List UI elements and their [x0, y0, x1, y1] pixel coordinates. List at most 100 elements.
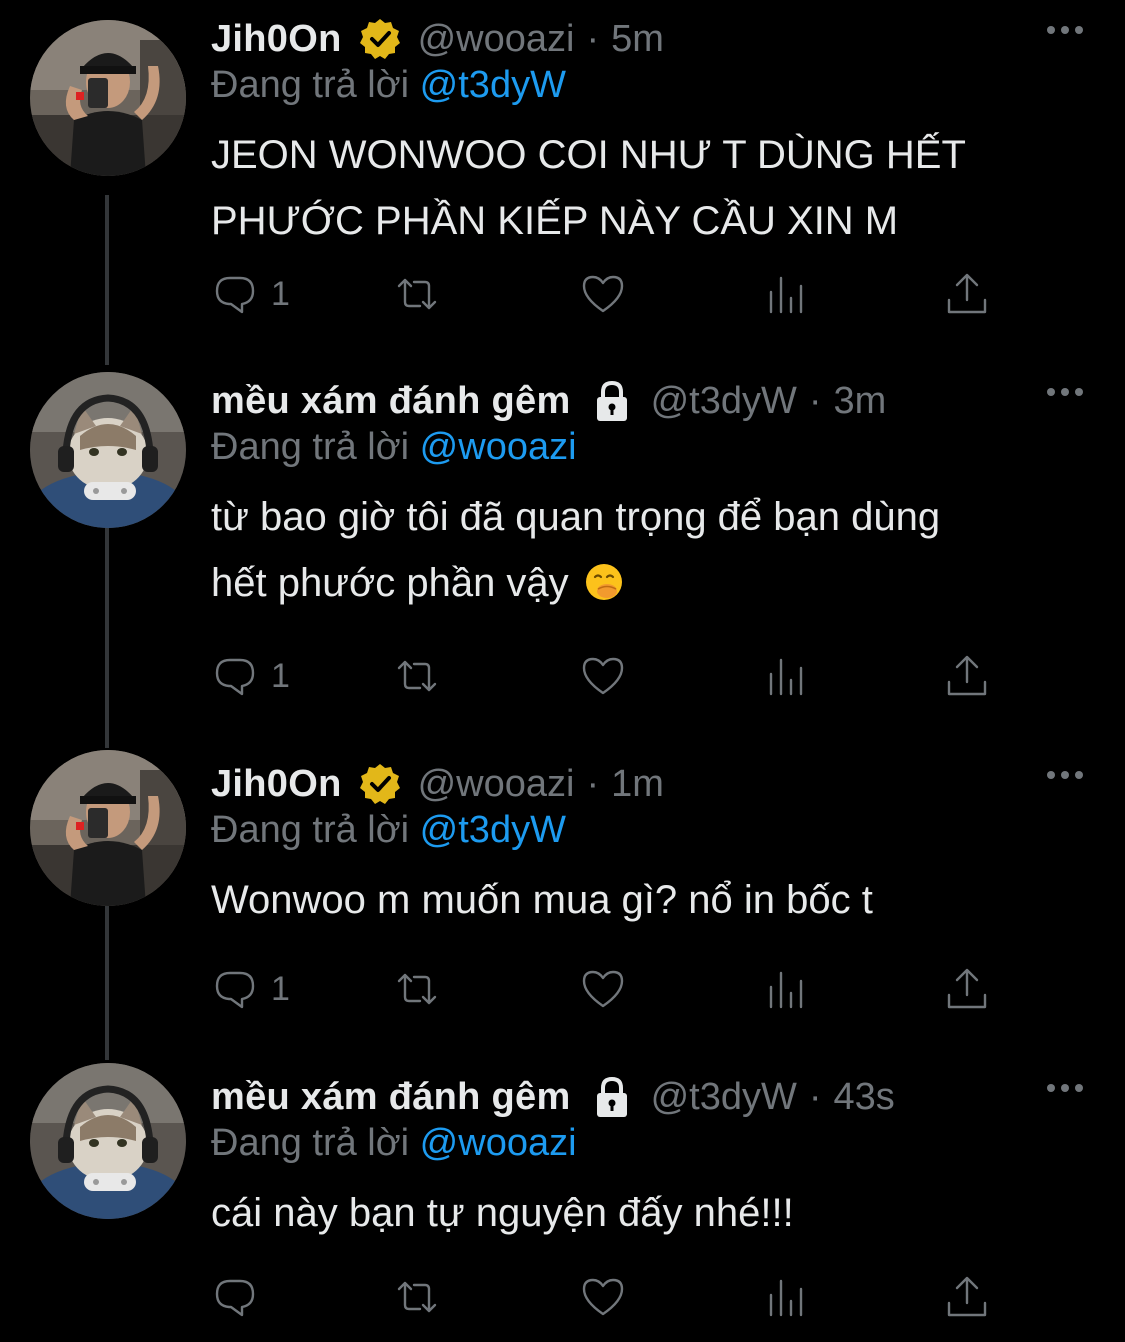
handle[interactable]: @t3dyW — [651, 1076, 797, 1119]
like-button[interactable] — [579, 1273, 627, 1321]
tweet-actions: 1 — [211, 965, 1011, 1021]
reply-button[interactable]: 1 — [211, 270, 290, 318]
separator-dot: · — [586, 17, 600, 60]
more-icon[interactable] — [1045, 384, 1085, 400]
share-icon — [943, 1273, 991, 1321]
reply-count: 1 — [271, 969, 290, 1008]
tweet-header: mều xám đánh gêm @t3dyW · 43s — [211, 1074, 895, 1120]
tweet: mều xám đánh gêm @t3dyW · 43s Đang trả lời @… — [0, 1058, 1125, 1342]
reply-icon — [211, 270, 259, 318]
replying-to: Đang trả lời @wooazi — [211, 1122, 577, 1165]
reply-prefix: Đang trả lời — [211, 1122, 410, 1164]
tweet-text-line-wrap: hết phước phần vậy — [211, 550, 1071, 616]
tweet-header: mều xám đánh gêm @t3dyW · 3m — [211, 378, 886, 424]
timestamp[interactable]: 3m — [834, 380, 887, 423]
views-icon — [763, 270, 811, 318]
timestamp[interactable]: 5m — [611, 18, 664, 61]
like-button[interactable] — [579, 270, 627, 318]
separator-dot: · — [808, 379, 822, 422]
retweet-button[interactable] — [393, 270, 441, 318]
reply-mention[interactable]: @wooazi — [420, 1122, 577, 1164]
timestamp[interactable]: 43s — [834, 1076, 895, 1119]
views-button[interactable] — [763, 1273, 811, 1321]
tweet-text-line: hết phước phần vậy — [211, 561, 569, 605]
share-icon — [943, 270, 991, 318]
display-name[interactable]: mều xám đánh gêm — [211, 1076, 571, 1119]
separator-dot: · — [586, 762, 600, 805]
retweet-icon — [393, 965, 441, 1013]
handle[interactable]: @wooazi — [418, 18, 575, 61]
heart-icon — [579, 965, 627, 1013]
avatar[interactable] — [30, 1063, 186, 1219]
reply-prefix: Đang trả lời — [211, 64, 410, 106]
display-name[interactable]: mều xám đánh gêm — [211, 380, 571, 423]
views-button[interactable] — [763, 270, 811, 318]
views-button[interactable] — [763, 965, 811, 1013]
reply-count: 1 — [271, 656, 290, 695]
reply-mention[interactable]: @wooazi — [420, 426, 577, 468]
more-icon[interactable] — [1045, 767, 1085, 783]
reply-button[interactable]: 1 — [211, 652, 290, 700]
heart-icon — [579, 270, 627, 318]
tweet-text: từ bao giờ tôi đã quan trọng để bạn dùng… — [211, 484, 1071, 616]
tweet-actions: 1 — [211, 652, 1011, 708]
share-button[interactable] — [943, 270, 991, 318]
tweet-text-line: PHƯỚC PHẦN KIẾP NÀY CẦU XIN M — [211, 199, 899, 243]
tweet-text: JEON WONWOO COI NHƯ T DÙNG HẾT PHƯỚC PHẦN… — [211, 122, 1071, 254]
reply-icon — [211, 1273, 259, 1321]
retweet-button[interactable] — [393, 965, 441, 1013]
avatar[interactable] — [30, 372, 186, 528]
more-icon[interactable] — [1045, 1080, 1085, 1096]
retweet-button[interactable] — [393, 1273, 441, 1321]
tweet-actions — [211, 1273, 1011, 1329]
handle[interactable]: @t3dyW — [651, 380, 797, 423]
views-icon — [763, 652, 811, 700]
reply-icon — [211, 652, 259, 700]
display-name[interactable]: Jih0On — [211, 18, 342, 61]
replying-to: Đang trả lời @wooazi — [211, 426, 577, 469]
reply-icon — [211, 965, 259, 1013]
replying-to: Đang trả lời @t3dyW — [211, 809, 566, 852]
share-button[interactable] — [943, 1273, 991, 1321]
retweet-icon — [393, 1273, 441, 1321]
share-icon — [943, 652, 991, 700]
avatar[interactable] — [30, 20, 186, 176]
share-button[interactable] — [943, 652, 991, 700]
tweet-actions: 1 — [211, 270, 1011, 326]
verified-badge-icon — [358, 762, 402, 806]
tweet-text-line: cái này bạn tự nguyện đấy nhé!!! — [211, 1191, 794, 1235]
reply-mention[interactable]: @t3dyW — [420, 809, 566, 851]
tweet: Jih0On @wooazi · 1m Đang trả lời @t3dyW Wonwo… — [0, 745, 1125, 1045]
retweet-icon — [393, 652, 441, 700]
like-button[interactable] — [579, 965, 627, 1013]
retweet-button[interactable] — [393, 652, 441, 700]
tweet-text: cái này bạn tự nguyện đấy nhé!!! — [211, 1180, 1071, 1246]
share-icon — [943, 965, 991, 1013]
views-button[interactable] — [763, 652, 811, 700]
tweet: Jih0On @wooazi · 5m Đang trả lời @t3dyW JEON … — [0, 0, 1125, 300]
reply-button[interactable]: 1 — [211, 965, 290, 1013]
tweet-text: Wonwoo m muốn mua gì? nổ in bốc t — [211, 867, 1071, 933]
reply-mention[interactable]: @t3dyW — [420, 64, 566, 106]
thread: Jih0On @wooazi · 5m Đang trả lời @t3dyW JEON … — [0, 0, 1125, 1342]
verified-badge-icon — [358, 17, 402, 61]
reply-prefix: Đang trả lời — [211, 426, 410, 468]
handle[interactable]: @wooazi — [418, 763, 575, 806]
avatar[interactable] — [30, 750, 186, 906]
timestamp[interactable]: 1m — [611, 763, 664, 806]
lock-icon — [589, 1074, 635, 1120]
display-name[interactable]: Jih0On — [211, 763, 342, 806]
views-icon — [763, 1273, 811, 1321]
tweet-header: Jih0On @wooazi · 5m — [211, 16, 664, 62]
like-button[interactable] — [579, 652, 627, 700]
more-icon[interactable] — [1045, 22, 1085, 38]
reply-button[interactable] — [211, 1273, 259, 1321]
tweet-header: Jih0On @wooazi · 1m — [211, 761, 664, 807]
tweet-text-line: từ bao giờ tôi đã quan trọng để bạn dùng — [211, 495, 941, 539]
tweet-text-line: Wonwoo m muốn mua gì? nổ in bốc t — [211, 878, 873, 922]
share-button[interactable] — [943, 965, 991, 1013]
heart-icon — [579, 1273, 627, 1321]
reply-count: 1 — [271, 274, 290, 313]
reply-prefix: Đang trả lời — [211, 809, 410, 851]
tweet: mều xám đánh gêm @t3dyW · 3m Đang trả lời @w… — [0, 362, 1125, 662]
